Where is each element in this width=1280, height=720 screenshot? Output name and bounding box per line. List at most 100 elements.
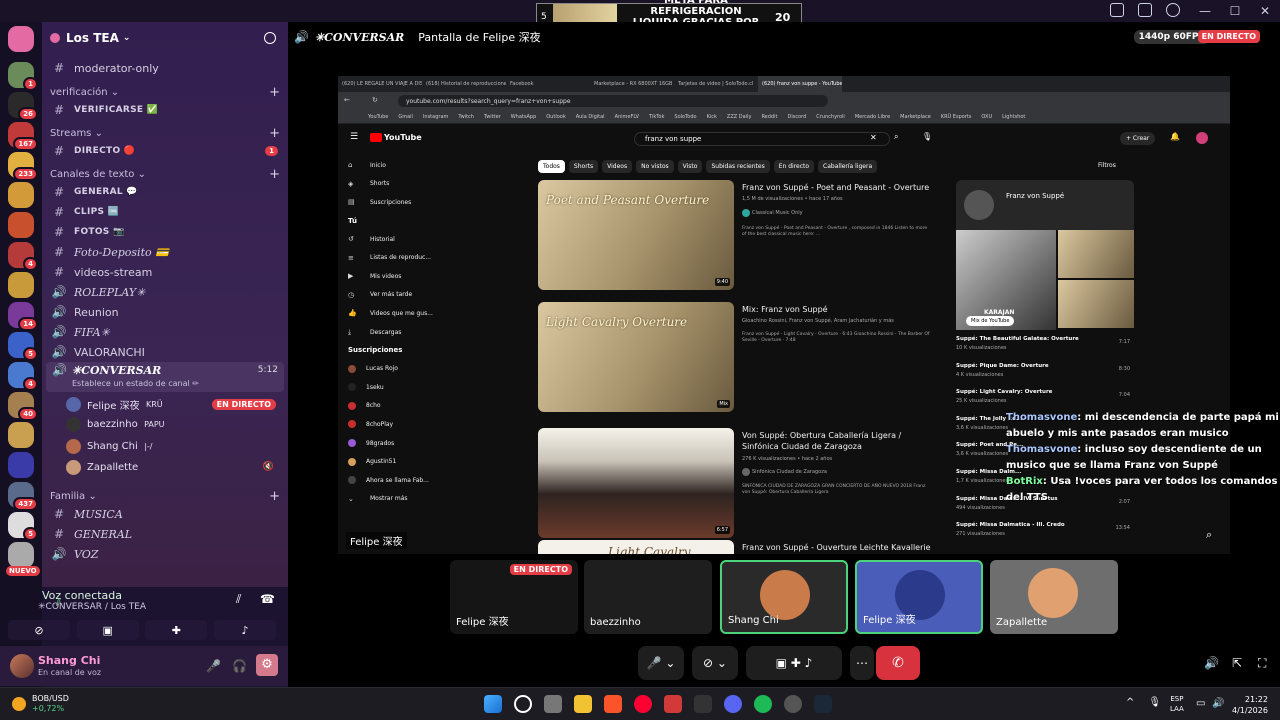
share-activities-button[interactable]: ▣ ✚ ♪ <box>746 646 842 680</box>
youtube-icon[interactable] <box>634 695 652 713</box>
channel-videos-stream[interactable]: # videos-stream <box>50 262 284 282</box>
channel-general[interactable]: # GENERAL 💬 <box>50 182 284 202</box>
avatar[interactable] <box>1196 132 1208 144</box>
mix-list-item[interactable]: Suppé: Missa Dalmatica - III. Credo 271 v… <box>956 522 1134 549</box>
video-title[interactable]: Franz von Suppé - Ouverture Leichte Kava… <box>742 542 932 554</box>
mix-list-item[interactable]: Suppé: Pique Dame: Overture 4 K visualiza… <box>956 363 1134 390</box>
voice-channel-fifa[interactable]: 🔊 FIFA✳ <box>50 322 284 342</box>
search-result[interactable]: Light Cavalry Franz von Suppé - Ouvertur… <box>538 540 938 554</box>
channel-moderator-only[interactable]: # moderator-only <box>50 58 284 78</box>
bookmark[interactable]: Discord <box>787 114 806 120</box>
channel-general-2[interactable]: # GENERAL <box>50 524 284 544</box>
bookmark[interactable]: Marketplace <box>900 114 931 120</box>
network-icon[interactable]: ▭ <box>1196 698 1205 709</box>
browser-tab[interactable]: Facebook <box>506 76 590 92</box>
bookmark[interactable]: Aula Digital <box>576 114 605 120</box>
sidebar-subscription[interactable]: 1seku <box>338 378 528 397</box>
voice-user[interactable]: Zapallette 🔇 <box>66 457 280 477</box>
channel-foto-deposito[interactable]: # Foto-Deposito 💳 <box>50 242 284 262</box>
category-streams[interactable]: Streams ⌄ + <box>50 125 280 141</box>
browser-tab[interactable]: (618) Historial de reproducciones <box>422 76 506 92</box>
chip[interactable]: Shorts <box>568 160 599 173</box>
steam-icon[interactable] <box>814 695 832 713</box>
sidebar-subscription[interactable]: Ahora se llama Fab... <box>338 471 528 490</box>
file-explorer-icon[interactable] <box>574 695 592 713</box>
sidebar-item-ver-mas-tarde[interactable]: ◷ Ver más tarde <box>338 286 528 305</box>
server-icon[interactable]: 4 <box>8 362 38 391</box>
server-icon[interactable]: 26 <box>8 92 38 121</box>
browser-tab-active[interactable]: (620) franz von suppe - YouTube <box>758 76 842 92</box>
bookmark[interactable]: Crunchyroll <box>816 114 845 120</box>
bookmark[interactable]: YouTube <box>368 114 388 120</box>
channel-musica[interactable]: # MUSICA <box>50 504 284 524</box>
video-title[interactable]: Franz von Suppé - Poet and Peasant - Ove… <box>742 182 932 193</box>
menu-icon[interactable]: ☰ <box>350 132 358 142</box>
url-input[interactable]: youtube.com/results?search_query=franz+v… <box>398 95 828 107</box>
voice-channel-voz[interactable]: 🔊 VOZ <box>50 544 284 564</box>
screen-share-button[interactable]: ▣ <box>76 620 139 640</box>
chip[interactable]: Videos <box>602 160 633 173</box>
channel-status-prompt[interactable]: Establece un estado de canal ✏ <box>72 379 199 388</box>
bookmark[interactable]: Twitch <box>458 114 474 120</box>
zoom-icon[interactable]: ⌕ <box>1206 528 1212 542</box>
disconnect-icon[interactable]: ☎ <box>260 592 275 606</box>
browser-tab[interactable]: Tarjetas de video | SoloTodo.cl <box>674 76 758 92</box>
server-icon[interactable] <box>8 542 34 568</box>
participant-tile[interactable]: Felipe 深夜 <box>855 560 983 634</box>
home-server-icon[interactable] <box>8 26 34 52</box>
server-icon[interactable]: 4 <box>8 242 38 271</box>
start-icon[interactable] <box>484 695 502 713</box>
camera-off-button[interactable]: ⊘ <box>8 620 70 640</box>
category-verificacion[interactable]: verificación ⌄ + <box>50 84 280 100</box>
sidebar-item-inicio[interactable]: ⌂ Inicio <box>338 156 528 175</box>
channel-name[interactable]: Sinfónica Ciudad de Zaragoza <box>752 469 827 475</box>
microphone-button[interactable]: 🎤 ⌄ <box>638 646 684 680</box>
server-icon[interactable] <box>8 182 34 208</box>
video-title[interactable]: Mix: Franz von Suppé <box>742 304 932 315</box>
chip[interactable]: Todos <box>538 160 565 173</box>
channel-clips[interactable]: # CLIPS 🆒 <box>50 202 284 222</box>
sidebar-item-historial[interactable]: ↺ Historial <box>338 230 528 249</box>
channel-fotos[interactable]: # FOTOS 📷 <box>50 222 284 242</box>
sidebar-subscription[interactable]: 8cho <box>338 397 528 416</box>
participant-tile[interactable]: EN DIRECTO Felipe 深夜 <box>450 560 578 634</box>
spotify-icon[interactable] <box>754 695 772 713</box>
search-result[interactable]: 6:57 Von Suppé: Obertura Caballería Lige… <box>538 428 938 538</box>
bookmark[interactable]: TikTok <box>649 114 664 120</box>
mic-icon[interactable]: 🎙 <box>922 132 932 141</box>
mix-list-item[interactable]: Suppé: The Beautiful Galatea: Overture 10… <box>956 336 1134 363</box>
gear-icon[interactable]: ⚙ <box>256 654 278 676</box>
bookmark[interactable]: ZZZ Daily <box>727 114 752 120</box>
sidebar-show-more[interactable]: ⌄ Mostrar más <box>338 490 528 509</box>
soundboard-button[interactable]: ♪ <box>213 620 276 640</box>
category-familia[interactable]: Familia ⌄ + <box>50 488 280 504</box>
bookmark[interactable]: AnimeFLV <box>615 114 639 120</box>
video-thumbnail[interactable]: Light Cavalry Overture Mix <box>538 302 734 412</box>
bookmark[interactable]: Twitter <box>484 114 501 120</box>
search-icon[interactable]: ⌕ <box>894 132 898 142</box>
app-icon[interactable] <box>784 695 802 713</box>
search-result[interactable]: Light Cavalry Overture Mix Mix: Franz vo… <box>538 302 938 412</box>
bookmark[interactable]: SoloTodo <box>674 114 696 120</box>
help-icon[interactable] <box>1166 3 1180 17</box>
popout-icon[interactable]: ⇱ <box>1232 656 1242 670</box>
sidebar-item-listas[interactable]: ≡ Listas de reproduc... <box>338 248 528 267</box>
chip[interactable]: Subidas recientes <box>706 160 770 173</box>
volume-icon[interactable]: 🔊 <box>1204 656 1219 670</box>
bookmark[interactable]: Instagram <box>423 114 448 120</box>
leave-call-button[interactable]: ✆ <box>876 646 920 680</box>
server-icon[interactable]: 5 <box>8 332 38 361</box>
bookmark[interactable]: OXU <box>981 114 992 120</box>
discord-icon[interactable] <box>724 695 742 713</box>
bookmark[interactable]: Kick <box>707 114 717 120</box>
mix-panel-header[interactable]: Franz von Suppé <box>956 180 1134 230</box>
language-indicator[interactable]: ESP LAA <box>1170 694 1184 714</box>
voice-channel-roleplay[interactable]: 🔊 ROLEPLAY✳ <box>50 282 284 302</box>
channel-name[interactable]: Classical Music Only <box>752 210 803 216</box>
participant-tile[interactable]: Shang Chi <box>720 560 848 634</box>
server-icon[interactable] <box>8 422 34 448</box>
participant-tile[interactable]: Zapallette <box>990 560 1118 634</box>
sidebar-subscription[interactable]: 8choPlay <box>338 415 528 434</box>
clear-search-icon[interactable]: ✕ <box>870 133 877 142</box>
participant-tile[interactable]: baezzinho <box>584 560 712 634</box>
